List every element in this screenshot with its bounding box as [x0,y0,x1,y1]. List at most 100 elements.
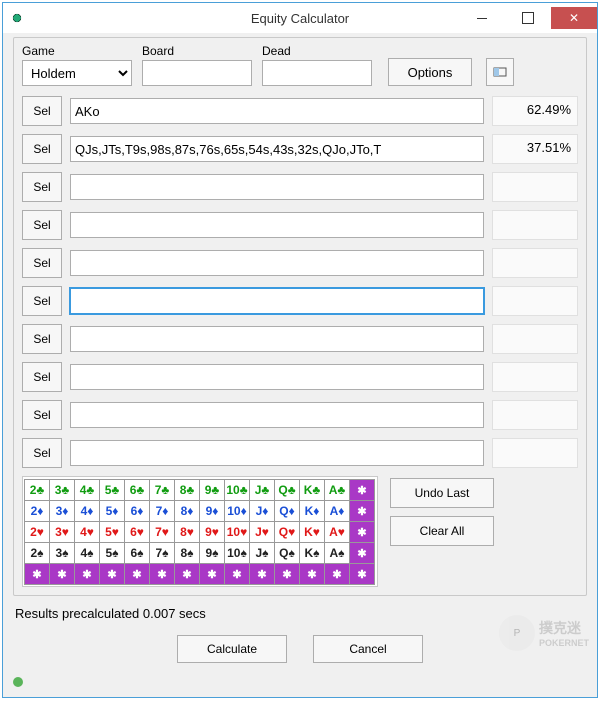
card-3♠[interactable]: 3♠ [49,542,75,564]
sel-button-9[interactable]: Sel [22,438,62,468]
card-4♥[interactable]: 4♥ [74,521,100,543]
maximize-button[interactable] [505,7,551,29]
rank-wildcard[interactable]: ✱ [174,563,200,585]
card-8♣[interactable]: 8♣ [174,479,200,501]
close-button[interactable] [551,7,597,29]
dead-input[interactable] [262,60,372,86]
card-4♣[interactable]: 4♣ [74,479,100,501]
card-4♠[interactable]: 4♠ [74,542,100,564]
sel-button-4[interactable]: Sel [22,248,62,278]
suit-wildcard[interactable]: ✱ [349,479,375,501]
rank-wildcard[interactable]: ✱ [349,563,375,585]
card-8♠[interactable]: 8♠ [174,542,200,564]
card-3♥[interactable]: 3♥ [49,521,75,543]
card-6♥[interactable]: 6♥ [124,521,150,543]
card-7♠[interactable]: 7♠ [149,542,175,564]
calculate-button[interactable]: Calculate [177,635,287,663]
rank-wildcard[interactable]: ✱ [99,563,125,585]
card-3♦[interactable]: 3♦ [49,500,75,522]
card-2♣[interactable]: 2♣ [24,479,50,501]
card-4♦[interactable]: 4♦ [74,500,100,522]
sel-button-1[interactable]: Sel [22,134,62,164]
range-input-7[interactable] [70,364,484,390]
rank-wildcard[interactable]: ✱ [124,563,150,585]
card-6♦[interactable]: 6♦ [124,500,150,522]
card-5♠[interactable]: 5♠ [99,542,125,564]
rank-wildcard[interactable]: ✱ [249,563,275,585]
card-9♦[interactable]: 9♦ [199,500,225,522]
rank-wildcard[interactable]: ✱ [199,563,225,585]
card-5♣[interactable]: 5♣ [99,479,125,501]
rank-wildcard[interactable]: ✱ [224,563,250,585]
sel-button-8[interactable]: Sel [22,400,62,430]
card-7♦[interactable]: 7♦ [149,500,175,522]
card-K♣[interactable]: K♣ [299,479,325,501]
sel-button-0[interactable]: Sel [22,96,62,126]
range-input-4[interactable] [70,250,484,276]
card-J♠[interactable]: J♠ [249,542,275,564]
card-J♦[interactable]: J♦ [249,500,275,522]
minimize-button[interactable] [459,7,505,29]
card-2♠[interactable]: 2♠ [24,542,50,564]
card-A♠[interactable]: A♠ [324,542,350,564]
sel-button-6[interactable]: Sel [22,324,62,354]
card-8♦[interactable]: 8♦ [174,500,200,522]
cancel-button[interactable]: Cancel [313,635,423,663]
card-10♦[interactable]: 10♦ [224,500,250,522]
card-6♠[interactable]: 6♠ [124,542,150,564]
card-J♥[interactable]: J♥ [249,521,275,543]
card-5♦[interactable]: 5♦ [99,500,125,522]
range-input-6[interactable] [70,326,484,352]
card-Q♣[interactable]: Q♣ [274,479,300,501]
card-2♦[interactable]: 2♦ [24,500,50,522]
suit-wildcard[interactable]: ✱ [349,542,375,564]
card-9♣[interactable]: 9♣ [199,479,225,501]
range-input-9[interactable] [70,440,484,466]
board-input[interactable] [142,60,252,86]
range-input-3[interactable] [70,212,484,238]
card-2♥[interactable]: 2♥ [24,521,50,543]
card-3♣[interactable]: 3♣ [49,479,75,501]
card-6♣[interactable]: 6♣ [124,479,150,501]
card-10♣[interactable]: 10♣ [224,479,250,501]
card-Q♦[interactable]: Q♦ [274,500,300,522]
card-8♥[interactable]: 8♥ [174,521,200,543]
card-Q♥[interactable]: Q♥ [274,521,300,543]
suit-wildcard[interactable]: ✱ [349,521,375,543]
suit-wildcard[interactable]: ✱ [349,500,375,522]
card-9♠[interactable]: 9♠ [199,542,225,564]
card-A♥[interactable]: A♥ [324,521,350,543]
card-9♥[interactable]: 9♥ [199,521,225,543]
game-select[interactable]: Holdem [22,60,132,86]
card-K♦[interactable]: K♦ [299,500,325,522]
card-K♥[interactable]: K♥ [299,521,325,543]
sel-button-5[interactable]: Sel [22,286,62,316]
range-input-2[interactable] [70,174,484,200]
card-7♥[interactable]: 7♥ [149,521,175,543]
range-input-5[interactable] [70,288,484,314]
card-7♣[interactable]: 7♣ [149,479,175,501]
sel-button-7[interactable]: Sel [22,362,62,392]
card-5♥[interactable]: 5♥ [99,521,125,543]
rank-wildcard[interactable]: ✱ [324,563,350,585]
card-Q♠[interactable]: Q♠ [274,542,300,564]
rank-wildcard[interactable]: ✱ [274,563,300,585]
card-J♣[interactable]: J♣ [249,479,275,501]
clear-all-button[interactable]: Clear All [390,516,494,546]
card-A♦[interactable]: A♦ [324,500,350,522]
card-10♥[interactable]: 10♥ [224,521,250,543]
range-input-0[interactable] [70,98,484,124]
sel-button-2[interactable]: Sel [22,172,62,202]
range-input-8[interactable] [70,402,484,428]
range-input-1[interactable] [70,136,484,162]
rank-wildcard[interactable]: ✱ [74,563,100,585]
card-A♣[interactable]: A♣ [324,479,350,501]
card-K♠[interactable]: K♠ [299,542,325,564]
rank-wildcard[interactable]: ✱ [49,563,75,585]
card-10♠[interactable]: 10♠ [224,542,250,564]
options-button[interactable]: Options [388,58,472,86]
rank-wildcard[interactable]: ✱ [24,563,50,585]
sel-button-3[interactable]: Sel [22,210,62,240]
expand-button[interactable] [486,58,514,86]
rank-wildcard[interactable]: ✱ [299,563,325,585]
